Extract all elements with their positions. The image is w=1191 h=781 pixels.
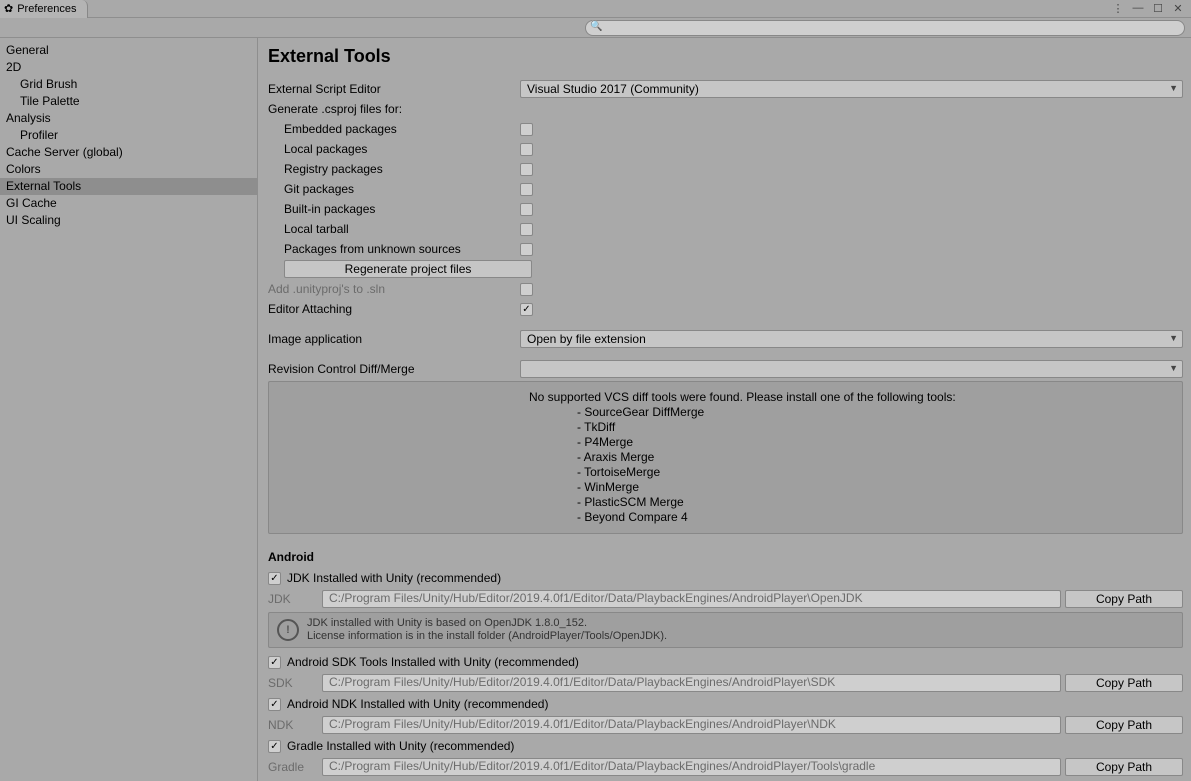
vcs-info-box: No supported VCS diff tools were found. … — [268, 381, 1183, 534]
image-app-dropdown[interactable]: Open by file extension ▼ — [520, 330, 1183, 348]
sidebar-item-general[interactable]: General — [0, 42, 257, 59]
gradle-checkbox[interactable] — [268, 740, 281, 753]
diff-merge-dropdown[interactable]: ▼ — [520, 360, 1183, 378]
page-title: External Tools — [268, 46, 1183, 67]
sidebar: General2DGrid BrushTile PaletteAnalysisP… — [0, 38, 258, 781]
sidebar-item-tile-palette[interactable]: Tile Palette — [0, 93, 257, 110]
context-menu-icon[interactable]: ⋮ — [1111, 2, 1125, 15]
editor-attaching-checkbox[interactable] — [520, 303, 533, 316]
gradle-copy-button[interactable]: Copy Path — [1065, 758, 1183, 776]
sdk-path-input[interactable]: C:/Program Files/Unity/Hub/Editor/2019.4… — [322, 674, 1061, 692]
csproj-item-label: Git packages — [268, 182, 520, 196]
ndk-check-label: Android NDK Installed with Unity (recomm… — [287, 697, 548, 711]
csproj-checkbox[interactable] — [520, 183, 533, 196]
jdk-label: JDK — [268, 592, 318, 606]
jdk-check-label: JDK Installed with Unity (recommended) — [287, 571, 501, 585]
content-panel: External Tools External Script Editor Vi… — [258, 38, 1191, 781]
minimize-icon[interactable]: ― — [1131, 2, 1145, 15]
gradle-path-input[interactable]: C:/Program Files/Unity/Hub/Editor/2019.4… — [322, 758, 1061, 776]
sidebar-item-ui-scaling[interactable]: UI Scaling — [0, 212, 257, 229]
script-editor-dropdown[interactable]: Visual Studio 2017 (Community) ▼ — [520, 80, 1183, 98]
script-editor-label: External Script Editor — [268, 82, 520, 96]
jdk-checkbox[interactable] — [268, 572, 281, 585]
diff-merge-label: Revision Control Diff/Merge — [268, 362, 520, 376]
csproj-checkbox[interactable] — [520, 123, 533, 136]
vcs-tool-item: - TortoiseMerge — [577, 465, 1174, 480]
csproj-checkbox[interactable] — [520, 143, 533, 156]
ndk-checkbox[interactable] — [268, 698, 281, 711]
chevron-down-icon: ▼ — [1169, 363, 1178, 373]
vcs-tool-item: - Araxis Merge — [577, 450, 1174, 465]
csproj-item-label: Built-in packages — [268, 202, 520, 216]
search-input[interactable]: 🔍 — [585, 20, 1185, 36]
sidebar-item-external-tools[interactable]: External Tools — [0, 178, 257, 195]
sidebar-item-grid-brush[interactable]: Grid Brush — [0, 76, 257, 93]
image-app-label: Image application — [268, 332, 520, 346]
csproj-item-label: Local tarball — [268, 222, 520, 236]
vcs-info-header: No supported VCS diff tools were found. … — [529, 390, 1174, 405]
sidebar-item-analysis[interactable]: Analysis — [0, 110, 257, 127]
vcs-tool-item: - PlasticSCM Merge — [577, 495, 1174, 510]
sidebar-item-gi-cache[interactable]: GI Cache — [0, 195, 257, 212]
vcs-tool-item: - Beyond Compare 4 — [577, 510, 1174, 525]
chevron-down-icon: ▼ — [1169, 333, 1178, 343]
csproj-item-label: Embedded packages — [268, 122, 520, 136]
sidebar-item-profiler[interactable]: Profiler — [0, 127, 257, 144]
gradle-label: Gradle — [268, 760, 318, 774]
csproj-header: Generate .csproj files for: — [268, 102, 520, 116]
sidebar-item-cache-server-global-[interactable]: Cache Server (global) — [0, 144, 257, 161]
editor-attaching-label: Editor Attaching — [268, 302, 520, 316]
sdk-check-label: Android SDK Tools Installed with Unity (… — [287, 655, 579, 669]
csproj-checkbox[interactable] — [520, 223, 533, 236]
sidebar-item-colors[interactable]: Colors — [0, 161, 257, 178]
sdk-label: SDK — [268, 676, 318, 690]
csproj-checkbox[interactable] — [520, 203, 533, 216]
titlebar: ✿ Preferences ⋮ ― ☐ ✕ — [0, 0, 1191, 18]
sdk-checkbox[interactable] — [268, 656, 281, 669]
search-row: 🔍 — [0, 18, 1191, 38]
ndk-copy-button[interactable]: Copy Path — [1065, 716, 1183, 734]
window-tab[interactable]: ✿ Preferences — [0, 0, 88, 18]
vcs-tool-item: - P4Merge — [577, 435, 1174, 450]
window-controls: ⋮ ― ☐ ✕ — [1111, 2, 1191, 15]
android-heading: Android — [268, 550, 1183, 564]
search-icon: 🔍 — [590, 21, 602, 32]
regenerate-button[interactable]: Regenerate project files — [284, 260, 532, 278]
jdk-copy-button[interactable]: Copy Path — [1065, 590, 1183, 608]
csproj-item-label: Registry packages — [268, 162, 520, 176]
csproj-checkbox[interactable] — [520, 243, 533, 256]
csproj-item-label: Packages from unknown sources — [268, 242, 520, 256]
maximize-icon[interactable]: ☐ — [1151, 2, 1165, 15]
add-unityproj-label: Add .unityproj's to .sln — [268, 282, 520, 296]
csproj-item-label: Local packages — [268, 142, 520, 156]
vcs-tool-item: - SourceGear DiffMerge — [577, 405, 1174, 420]
chevron-down-icon: ▼ — [1169, 83, 1178, 93]
csproj-checkbox[interactable] — [520, 163, 533, 176]
close-icon[interactable]: ✕ — [1171, 2, 1185, 15]
jdk-note: ! JDK installed with Unity is based on O… — [268, 612, 1183, 648]
ndk-path-input[interactable]: C:/Program Files/Unity/Hub/Editor/2019.4… — [322, 716, 1061, 734]
vcs-tool-item: - TkDiff — [577, 420, 1174, 435]
jdk-path-input[interactable]: C:/Program Files/Unity/Hub/Editor/2019.4… — [322, 590, 1061, 608]
gradle-check-label: Gradle Installed with Unity (recommended… — [287, 739, 514, 753]
vcs-tool-item: - WinMerge — [577, 480, 1174, 495]
gear-icon: ✿ — [4, 2, 13, 15]
sdk-copy-button[interactable]: Copy Path — [1065, 674, 1183, 692]
add-unityproj-checkbox — [520, 283, 533, 296]
window-title: Preferences — [17, 3, 76, 15]
ndk-label: NDK — [268, 718, 318, 732]
info-icon: ! — [277, 619, 299, 641]
sidebar-item-2d[interactable]: 2D — [0, 59, 257, 76]
